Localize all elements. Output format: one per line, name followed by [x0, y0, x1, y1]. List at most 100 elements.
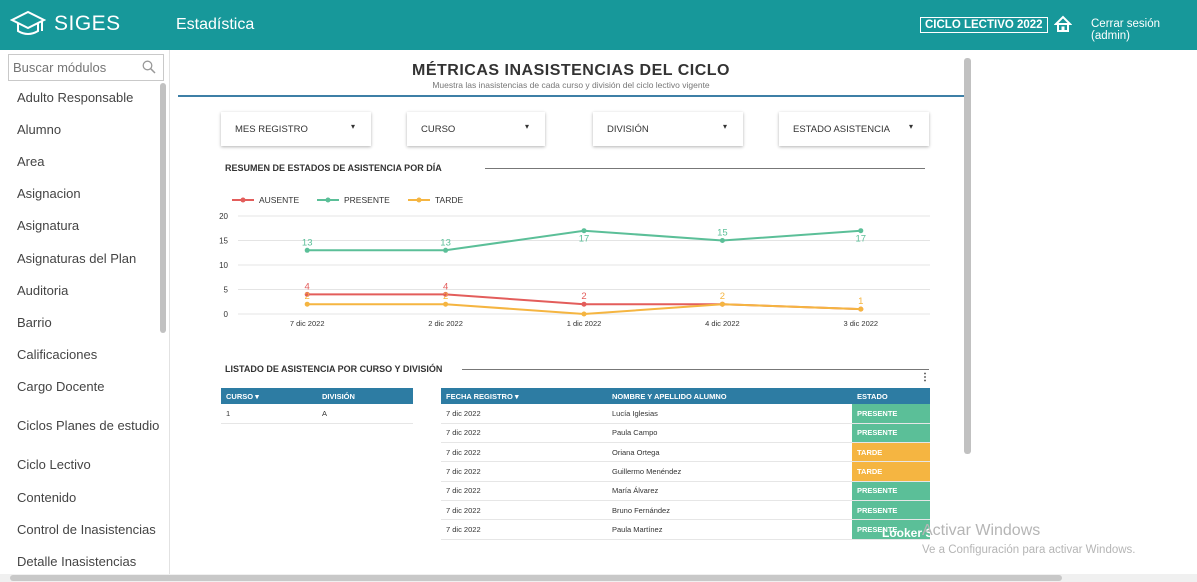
cell-nombre: Paula Campo: [607, 423, 852, 444]
legend-label: PRESENTE: [344, 195, 390, 205]
data-label: 1: [858, 296, 863, 307]
data-label: 2: [305, 291, 310, 302]
cell-fecha: 7 dic 2022: [441, 481, 607, 501]
menu-item[interactable]: Ciclos Planes de estudio: [0, 403, 160, 449]
cell-nombre: Lucía Iglesias: [607, 404, 852, 424]
table-row[interactable]: 7 dic 2022 Bruno Fernández PRESENTE: [441, 500, 930, 521]
curso-division-table: CURSO ▾ DIVISIÓN 1 A: [221, 388, 413, 424]
section-divider: [462, 369, 929, 370]
filter-division[interactable]: DIVISIÓN ▾: [593, 112, 743, 146]
menu-item[interactable]: Asignaturas del Plan: [0, 242, 160, 274]
search-input[interactable]: [13, 59, 133, 76]
logout-link[interactable]: Cerrar sesión (admin): [1091, 18, 1197, 42]
table-row[interactable]: 7 dic 2022 Oriana Ortega TARDE: [441, 442, 930, 463]
cell-fecha: 7 dic 2022: [441, 500, 607, 521]
menu-item[interactable]: Adulto Responsable: [0, 81, 160, 113]
data-point: [719, 238, 725, 243]
table-row[interactable]: 7 dic 2022 Paula Martínez PRESENTE: [441, 519, 930, 540]
cycle-badge[interactable]: CICLO LECTIVO 2022: [920, 17, 1048, 33]
menu-item[interactable]: Ciclo Lectivo: [0, 449, 160, 481]
status-badge: PRESENTE: [852, 423, 930, 444]
table-row[interactable]: 7 dic 2022 Paula Campo PRESENTE: [441, 423, 930, 444]
filter-estado-asistencia[interactable]: ESTADO ASISTENCIA ▾: [779, 112, 929, 146]
cell-division: A: [317, 404, 413, 424]
filter-label: CURSO: [421, 124, 456, 135]
menu-item[interactable]: Auditoria: [0, 274, 160, 306]
home-icon[interactable]: [1054, 15, 1072, 33]
data-label: 2: [581, 291, 586, 302]
cell-nombre: María Álvarez: [607, 481, 852, 501]
cell-fecha: 7 dic 2022: [441, 461, 607, 482]
report-scrollbar[interactable]: [964, 58, 971, 454]
menu-item[interactable]: Cargo Docente: [0, 371, 160, 403]
menu-item[interactable]: Control de Inasistencias: [0, 513, 160, 545]
column-header-estado[interactable]: ESTADO: [852, 388, 930, 404]
data-point: [719, 301, 725, 307]
status-badge: PRESENTE: [852, 481, 930, 501]
filter-mes-registro[interactable]: MES REGISTRO ▾: [221, 112, 371, 146]
page-title: Estadística: [176, 16, 255, 33]
logo[interactable]: SIGES: [10, 7, 121, 41]
search-icon[interactable]: [142, 60, 156, 74]
data-point: [304, 247, 310, 253]
data-label: 17: [579, 234, 590, 245]
search-box[interactable]: [8, 54, 164, 81]
menu-item[interactable]: Alumno: [0, 113, 160, 145]
cell-nombre: Oriana Ortega: [607, 442, 852, 463]
table-row[interactable]: 7 dic 2022 Guillermo Menéndez TARDE: [441, 461, 930, 482]
report-embed: MÉTRICAS INASISTENCIAS DEL CICLO Muestra…: [178, 50, 964, 582]
x-tick-label: 7 dic 2022: [290, 319, 325, 328]
chart-section-title: RESUMEN DE ESTADOS DE ASISTENCIA POR DÍA: [225, 163, 442, 173]
status-badge: TARDE: [852, 461, 930, 482]
data-point: [858, 228, 864, 234]
status-badge: TARDE: [852, 442, 930, 463]
x-tick-label: 2 dic 2022: [428, 319, 463, 328]
x-tick-label: 1 dic 2022: [567, 319, 602, 328]
column-header-fecha[interactable]: FECHA REGISTRO ▾: [441, 388, 607, 404]
legend-marker: [325, 197, 331, 203]
cell-fecha: 7 dic 2022: [441, 423, 607, 444]
windows-activation-watermark: Activar Windows: [922, 522, 1041, 539]
brand-name: SIGES: [54, 12, 121, 35]
sidebar-scrollbar[interactable]: [160, 83, 166, 333]
scrollbar-thumb[interactable]: [10, 575, 1062, 581]
menu-item[interactable]: Contenido: [0, 481, 160, 513]
table-section-title: LISTADO DE ASISTENCIA POR CURSO Y DIVISI…: [225, 364, 443, 374]
data-point: [581, 301, 587, 307]
cell-fecha: 7 dic 2022: [441, 519, 607, 540]
y-tick-label: 15: [219, 237, 228, 246]
report-subtitle: Muestra las inasistencias de cada curso …: [432, 80, 710, 90]
data-point: [581, 228, 587, 234]
data-label: 2: [443, 291, 448, 302]
status-badge: PRESENTE: [852, 404, 930, 424]
attendance-line-chart: 0 5 10 15 20 7 dic 2022 2 dic 2022 1 dic 2022 4 …: [219, 195, 930, 328]
menu-item[interactable]: Asignacion: [0, 178, 160, 210]
more-options-icon[interactable]: ⋮: [920, 372, 930, 383]
cell-curso: 1: [221, 404, 317, 424]
data-point: [581, 311, 587, 317]
column-header-curso[interactable]: CURSO ▾: [221, 388, 317, 404]
caret-down-icon: ▾: [524, 122, 529, 131]
menu-item[interactable]: Area: [0, 145, 160, 177]
table-row[interactable]: 7 dic 2022 Lucía Iglesias PRESENTE: [441, 404, 930, 424]
filter-curso[interactable]: CURSO ▾: [407, 112, 545, 146]
x-tick-label: 3 dic 2022: [843, 319, 878, 328]
menu-item[interactable]: Calificaciones: [0, 339, 160, 371]
column-header-division[interactable]: DIVISIÓN: [317, 388, 413, 404]
horizontal-scrollbar[interactable]: [0, 574, 1197, 582]
filter-label: MES REGISTRO: [235, 124, 308, 135]
column-header-nombre[interactable]: NOMBRE Y APELLIDO ALUMNO: [607, 388, 852, 404]
windows-activation-hint: Ve a Configuración para activar Windows.: [922, 544, 1136, 556]
menu-item[interactable]: Detalle Inasistencias: [0, 545, 160, 577]
menu-item[interactable]: Barrio: [0, 306, 160, 338]
legend-marker: [240, 197, 246, 203]
table-row[interactable]: 1 A: [221, 404, 413, 424]
y-tick-label: 0: [224, 310, 229, 319]
menu-item[interactable]: Asignatura: [0, 210, 160, 242]
data-label: 13: [302, 237, 313, 248]
data-point: [443, 247, 449, 253]
cell-nombre: Bruno Fernández: [607, 500, 852, 521]
y-tick-label: 10: [219, 261, 228, 270]
table-row[interactable]: 7 dic 2022 María Álvarez PRESENTE: [441, 481, 930, 501]
filter-label: DIVISIÓN: [607, 124, 649, 135]
